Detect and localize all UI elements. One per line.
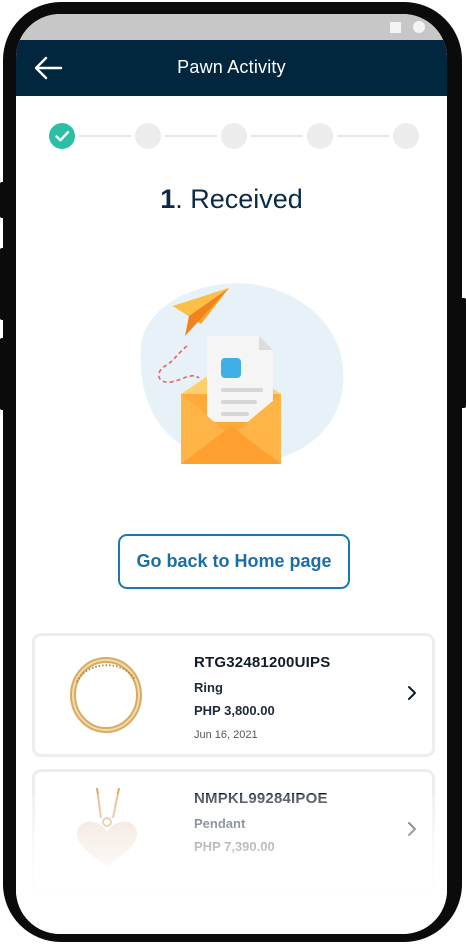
received-mail-illustration xyxy=(140,283,344,464)
step-5 xyxy=(393,123,419,149)
pawn-item-card[interactable]: NMPKL99284IPOE Pendant PHP 7,390.00 xyxy=(35,772,432,890)
status-label: . Received xyxy=(175,184,303,214)
pawn-item-card[interactable]: RTG32481200UIPS Ring PHP 3,800.00 Jun 16… xyxy=(35,636,432,754)
home-dot-icon xyxy=(413,21,425,33)
recents-icon xyxy=(390,22,401,33)
pendant-image xyxy=(77,788,137,866)
chevron-right-icon xyxy=(408,822,416,836)
progress-stepper xyxy=(49,123,419,149)
chevron-right-icon xyxy=(408,686,416,700)
step-1-done xyxy=(49,123,75,149)
step-connector xyxy=(251,135,303,137)
side-button xyxy=(0,182,6,218)
side-button xyxy=(460,298,466,408)
step-3 xyxy=(221,123,247,149)
status-bar xyxy=(16,14,447,40)
check-icon xyxy=(55,131,70,142)
app-bar: Pawn Activity xyxy=(16,40,447,96)
page-title: Pawn Activity xyxy=(177,57,286,77)
ring-image xyxy=(70,657,142,733)
step-connector xyxy=(165,135,217,137)
step-connector xyxy=(337,135,389,137)
go-home-button[interactable]: Go back to Home page xyxy=(118,534,350,589)
step-2 xyxy=(135,123,161,149)
item-code: NMPKL99284IPOE xyxy=(194,790,328,807)
item-type: Pendant xyxy=(194,816,246,831)
item-amount: PHP 7,390.00 xyxy=(194,839,275,854)
side-button xyxy=(0,338,6,410)
item-amount: PHP 3,800.00 xyxy=(194,703,275,718)
item-date: Jun 16, 2021 xyxy=(194,729,258,741)
step-connector xyxy=(79,135,131,137)
status-heading: 1. Received xyxy=(16,184,447,215)
step-4 xyxy=(307,123,333,149)
phone-screen: Pawn Activity 1. Received Go back to Hom… xyxy=(16,14,447,934)
item-code: RTG32481200UIPS xyxy=(194,654,331,671)
status-number: 1 xyxy=(160,184,176,214)
item-type: Ring xyxy=(194,680,223,695)
side-button xyxy=(0,248,6,320)
